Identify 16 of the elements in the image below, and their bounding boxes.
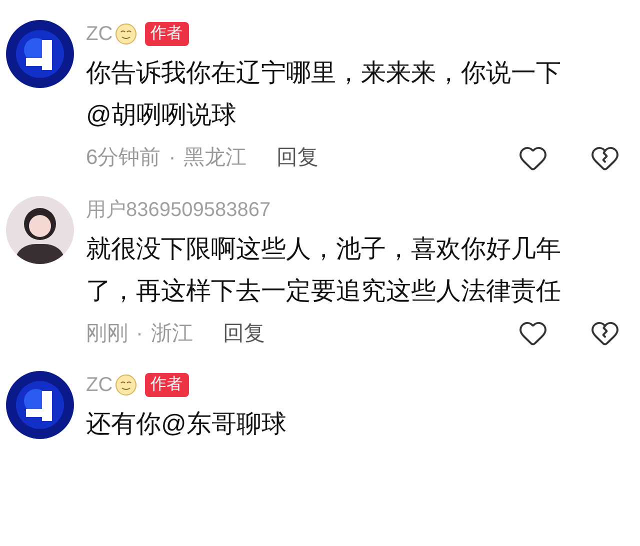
comment-time: 刚刚 xyxy=(86,320,128,346)
comment-location: 浙江 xyxy=(151,320,193,346)
comment-text: 你告诉我你在辽宁哪里，来来来，你说一下@胡咧咧说球 xyxy=(86,58,562,131)
reply-button[interactable]: 回复 xyxy=(223,318,265,349)
reply-button[interactable]: 回复 xyxy=(276,142,319,174)
comment-time: 6分钟前 xyxy=(86,145,161,171)
user-name[interactable]: ZC xyxy=(86,370,113,400)
separator-dot: · xyxy=(136,320,143,346)
separator-dot: · xyxy=(168,145,176,171)
author-badge: 作者 xyxy=(144,373,189,397)
author-badge: 作者 xyxy=(144,22,189,46)
comment-location: 黑龙江 xyxy=(184,145,247,171)
user-name[interactable]: ZC xyxy=(86,19,113,49)
user-name[interactable]: 用户8369509583867 xyxy=(86,194,271,224)
comment-text: 还有你@东哥聊球 xyxy=(86,409,288,440)
comment-text: 就很没下限啊这些人，池子，喜欢你好几年了，再这样下去一定要追究这些人法律责任 xyxy=(86,234,562,306)
